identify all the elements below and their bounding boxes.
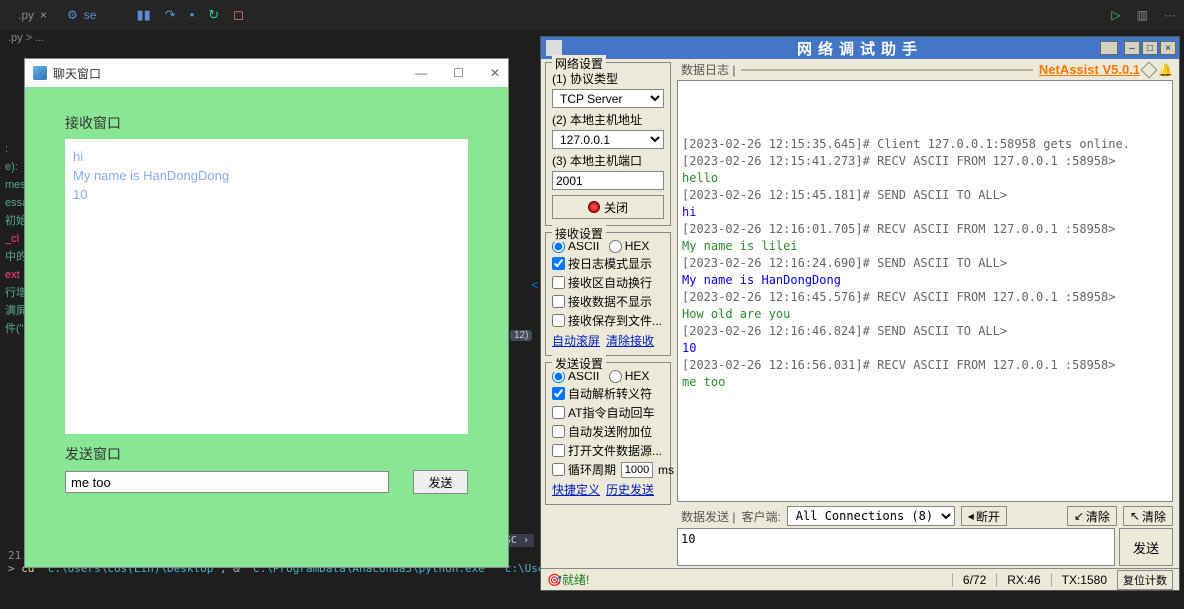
recv-label: 接收窗口 xyxy=(65,113,468,133)
step-over-icon[interactable]: ↷ xyxy=(165,7,176,23)
pause-icon[interactable]: ▮▮ xyxy=(136,7,150,23)
protocol-label: (1) 协议类型 xyxy=(552,70,664,87)
cycle-ms-input[interactable] xyxy=(621,462,653,478)
netassist-main: 数据日志 | NetAssist V5.0.1 🔔 < [2023-02-26 … xyxy=(675,59,1179,568)
quickdef-link[interactable]: 快捷定义 xyxy=(552,483,600,497)
netassist-window: 网络调试助手 – □ × 网络设置 (1) 协议类型 TCP Server (2… xyxy=(540,36,1180,591)
status-count: 6/72 xyxy=(952,573,996,587)
bell-icon[interactable]: 🔔 xyxy=(1158,63,1173,77)
history-link[interactable]: 历史发送 xyxy=(606,483,654,497)
restart-icon[interactable]: ↻ xyxy=(208,7,219,23)
close-connection-button[interactable]: 关闭 xyxy=(552,195,664,219)
minimize-icon[interactable]: — xyxy=(415,66,427,80)
autoscroll-link[interactable]: 自动滚屏 xyxy=(552,334,600,348)
log-mode-checkbox[interactable] xyxy=(552,257,565,270)
status-ready: 就绪! xyxy=(562,571,589,588)
hide-recv-checkbox[interactable] xyxy=(552,295,565,308)
send-settings-group: 发送设置 ASCII HEX 自动解析转义符 AT指令自动回车 自动发送附加位 … xyxy=(545,362,671,505)
status-tx: TX:1580 xyxy=(1051,573,1117,587)
maximize-icon[interactable]: ☐ xyxy=(453,66,464,80)
status-bar: 🎯 就绪! 6/72 RX:46 TX:1580 复位计数 xyxy=(541,568,1179,590)
step-icon[interactable]: • xyxy=(190,7,195,23)
port-input[interactable] xyxy=(552,171,664,190)
protocol-select[interactable]: TCP Server xyxy=(552,89,664,108)
diamond-icon xyxy=(1141,61,1158,78)
maximize-icon[interactable]: □ xyxy=(1142,41,1158,55)
netassist-titlebar[interactable]: 网络调试助手 – □ × xyxy=(541,37,1179,59)
connection-select[interactable]: All Connections (8) xyxy=(787,506,955,526)
vscode-tab-1[interactable]: .py× xyxy=(8,8,57,22)
clear-button[interactable]: ↙清除 xyxy=(1067,506,1117,526)
chat-title: 聊天窗口 xyxy=(53,65,101,82)
recv-hex-radio[interactable] xyxy=(609,240,622,253)
app-icon xyxy=(546,40,562,56)
clear-button-2[interactable]: ↖清除 xyxy=(1123,506,1173,526)
append-checkbox[interactable] xyxy=(552,425,565,438)
client-label: 客户端: xyxy=(741,508,780,525)
file-source-checkbox[interactable] xyxy=(552,444,565,457)
close-icon[interactable]: ✕ xyxy=(490,66,500,80)
status-rx: RX:46 xyxy=(996,573,1050,587)
host-label: (2) 本地主机地址 xyxy=(552,111,664,128)
close-icon[interactable]: × xyxy=(1160,41,1176,55)
log-textarea[interactable]: < [2023-02-26 12:15:35.645]# Client 127.… xyxy=(677,80,1173,502)
port-label: (3) 本地主机端口 xyxy=(552,152,664,169)
chat-titlebar[interactable]: 聊天窗口 — ☐ ✕ xyxy=(25,59,508,87)
send-header: 数据发送 | xyxy=(681,508,735,525)
disconnect-button[interactable]: ◂断开 xyxy=(961,506,1007,526)
reset-counter-button[interactable]: 复位计数 xyxy=(1117,570,1173,590)
escape-checkbox[interactable] xyxy=(552,387,565,400)
breadcrumb[interactable]: .py > ... xyxy=(0,30,52,46)
run-icon[interactable]: ▷ xyxy=(1111,8,1120,22)
autowrap-checkbox[interactable] xyxy=(552,276,565,289)
recv-textarea[interactable]: hi My name is HanDongDong 10 xyxy=(65,139,468,434)
clear-recv-link[interactable]: 清除接收 xyxy=(606,334,654,348)
vscode-tab-2[interactable]: ⚙ se xyxy=(57,8,106,22)
send-input[interactable] xyxy=(65,471,389,493)
minimize-icon[interactable]: – xyxy=(1124,41,1140,55)
more-icon[interactable]: ··· xyxy=(1164,8,1176,22)
app-icon xyxy=(33,66,47,80)
brand-link[interactable]: NetAssist V5.0.1 xyxy=(1039,62,1140,77)
split-editor-icon[interactable]: ▥ xyxy=(1137,8,1148,22)
send-button[interactable]: 发送 xyxy=(413,470,468,494)
at-cr-checkbox[interactable] xyxy=(552,406,565,419)
host-select[interactable]: 127.0.0.1 xyxy=(552,130,664,149)
netassist-sidebar: 网络设置 (1) 协议类型 TCP Server (2) 本地主机地址 127.… xyxy=(541,59,675,568)
network-settings-group: 网络设置 (1) 协议类型 TCP Server (2) 本地主机地址 127.… xyxy=(545,62,671,226)
send-textarea[interactable]: 10 xyxy=(677,528,1115,566)
save-file-checkbox[interactable] xyxy=(552,314,565,327)
cycle-checkbox[interactable] xyxy=(552,463,565,476)
line-number-badge: 12) xyxy=(510,330,532,341)
ready-icon: 🎯 xyxy=(547,573,562,587)
netassist-title: 网络调试助手 xyxy=(797,38,923,59)
na-send-button[interactable]: 发送 xyxy=(1119,528,1173,566)
close-icon[interactable]: × xyxy=(40,8,47,22)
send-hex-radio[interactable] xyxy=(609,370,622,383)
pin-icon[interactable] xyxy=(1100,41,1118,55)
stop-icon[interactable]: ◻ xyxy=(233,7,244,23)
chat-window: 聊天窗口 — ☐ ✕ 接收窗口 hi My name is HanDongDon… xyxy=(24,58,509,568)
log-header: 数据日志 | xyxy=(681,61,735,78)
recv-settings-group: 接收设置 ASCII HEX 按日志模式显示 接收区自动换行 接收数据不显示 接… xyxy=(545,232,671,356)
vscode-tab-bar: .py× ⚙ se ▮▮ ↷ • ↻ ◻ ▷ ▥ ··· xyxy=(0,0,1184,30)
record-dot-icon xyxy=(588,201,600,213)
send-label: 发送窗口 xyxy=(65,444,468,464)
